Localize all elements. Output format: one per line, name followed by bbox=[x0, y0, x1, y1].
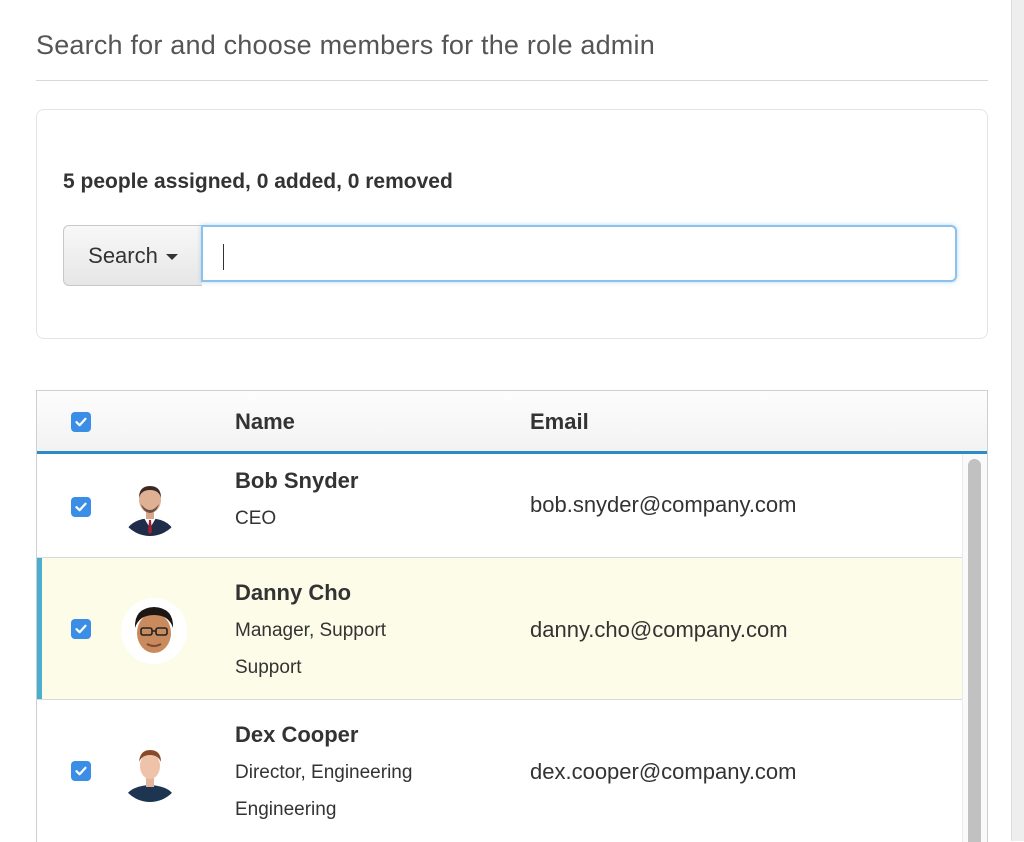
check-icon bbox=[75, 502, 87, 512]
search-group: Search bbox=[63, 225, 961, 286]
member-department: Engineering bbox=[235, 799, 337, 820]
search-panel: 5 people assigned, 0 added, 0 removed Se… bbox=[36, 109, 988, 339]
check-icon bbox=[75, 766, 87, 776]
avatar bbox=[119, 740, 181, 802]
avatar bbox=[121, 598, 187, 664]
table-row[interactable]: Danny Cho Manager, Support Support danny… bbox=[37, 558, 962, 700]
member-email: bob.snyder@company.com bbox=[530, 492, 797, 517]
avatar bbox=[119, 474, 181, 536]
column-header-name[interactable]: Name bbox=[235, 409, 295, 435]
row-checkbox[interactable] bbox=[71, 619, 91, 639]
table-row[interactable]: Bob Snyder CEO bob.snyder@company.com bbox=[37, 454, 962, 558]
assignment-summary: 5 people assigned, 0 added, 0 removed bbox=[63, 170, 453, 193]
search-button-label: Search bbox=[88, 242, 158, 268]
members-table: Name Email Bob Snyder CEO bob.snyder@com… bbox=[36, 390, 988, 842]
member-name: Dex Cooper bbox=[235, 722, 359, 747]
caret-down-icon bbox=[165, 253, 178, 260]
member-title: Director, Engineering bbox=[235, 762, 413, 783]
member-department: Support bbox=[235, 657, 302, 678]
table-row[interactable]: Dex Cooper Director, Engineering Enginee… bbox=[37, 700, 962, 842]
member-name: Bob Snyder bbox=[235, 468, 359, 493]
member-email: danny.cho@company.com bbox=[530, 617, 788, 642]
select-all-checkbox[interactable] bbox=[71, 412, 91, 432]
table-header: Name Email bbox=[37, 391, 987, 454]
row-checkbox[interactable] bbox=[71, 497, 91, 517]
member-name: Danny Cho bbox=[235, 580, 352, 605]
row-checkbox[interactable] bbox=[71, 761, 91, 781]
table-scrollbar[interactable] bbox=[962, 454, 987, 842]
window-edge bbox=[1011, 0, 1024, 841]
scrollbar-thumb[interactable] bbox=[968, 459, 981, 842]
member-email: dex.cooper@company.com bbox=[530, 759, 797, 784]
search-input[interactable] bbox=[201, 225, 957, 282]
text-cursor bbox=[223, 244, 224, 270]
check-icon bbox=[75, 624, 87, 634]
column-header-email[interactable]: Email bbox=[530, 409, 589, 435]
check-icon bbox=[75, 417, 87, 427]
search-type-dropdown-button[interactable]: Search bbox=[63, 225, 202, 286]
member-title: Manager, Support bbox=[235, 620, 387, 641]
title-divider bbox=[36, 80, 988, 81]
modal-title: Search for and choose members for the ro… bbox=[36, 30, 655, 60]
member-title: CEO bbox=[235, 508, 277, 529]
